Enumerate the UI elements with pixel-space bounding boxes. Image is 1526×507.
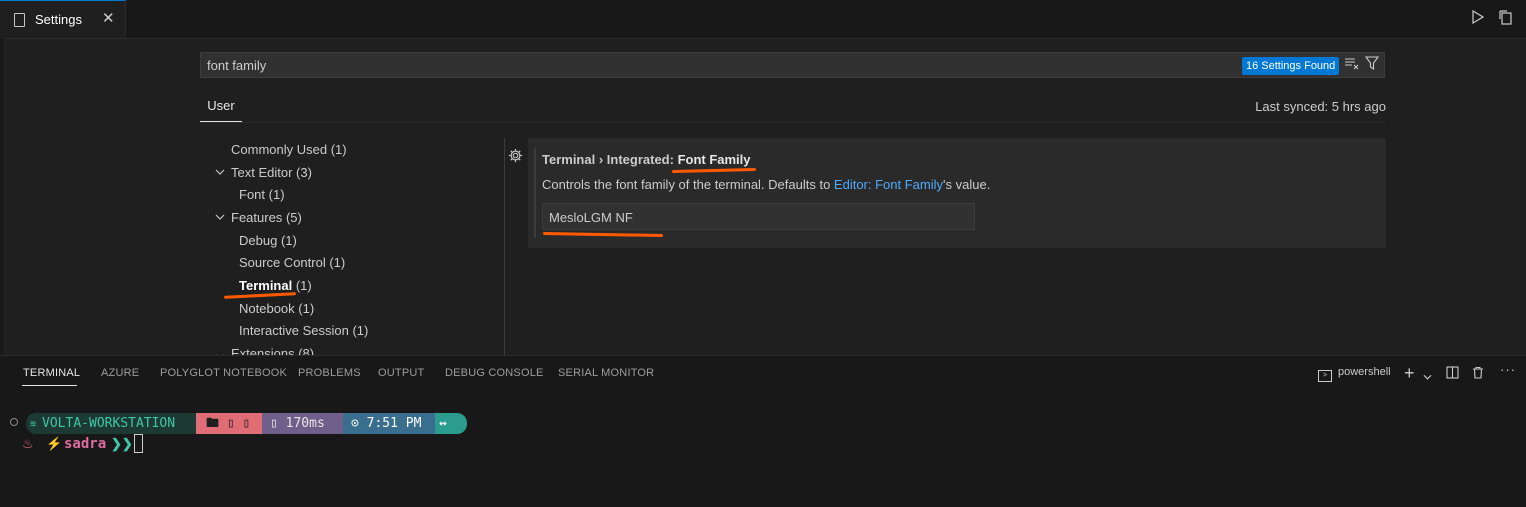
- toc-count: (1): [329, 255, 346, 270]
- toc-item-features[interactable]: Features (5): [231, 210, 302, 225]
- tab-user-scope[interactable]: User: [200, 95, 242, 122]
- terminal-shell-selector[interactable]: > powershell: [1318, 366, 1391, 382]
- activity-edge: [0, 38, 3, 356]
- panel-tab-output[interactable]: OUTPUT: [378, 367, 424, 379]
- play-icon[interactable]: [1472, 9, 1485, 27]
- toc-count: (1): [295, 278, 312, 293]
- panel-tab-terminal[interactable]: TERMINAL: [23, 367, 80, 379]
- clear-filter-icon[interactable]: [1344, 56, 1360, 73]
- toc-label: Extensions: [231, 346, 295, 355]
- more-actions-icon[interactable]: ···: [1500, 362, 1516, 377]
- split-terminal-icon[interactable]: [1446, 366, 1459, 382]
- last-synced-status: Last synced: 5 hrs ago: [1255, 99, 1386, 114]
- prompt-arrows: ❯❯: [111, 436, 133, 451]
- toc-item-commonly-used[interactable]: Commonly Used (1): [231, 142, 347, 157]
- chevron-down-icon[interactable]: [215, 167, 225, 179]
- toc-label: Interactive Session: [239, 323, 349, 338]
- panel-tab-serial-monitor[interactable]: SERIAL MONITOR: [558, 367, 654, 379]
- shell-name: powershell: [1338, 366, 1391, 378]
- file-icon: [14, 13, 25, 27]
- scope-divider: [200, 122, 1386, 123]
- setting-category: Terminal › Integrated:: [542, 152, 678, 167]
- add-terminal-icon[interactable]: +: [1404, 363, 1415, 384]
- toc-label: Features: [231, 210, 283, 225]
- prompt-time-segment: ⊙ 7:51 PM: [343, 413, 446, 434]
- chevron-down-icon[interactable]: [215, 212, 225, 224]
- toc-item-extensions[interactable]: Extensions (8): [231, 346, 314, 355]
- toc-item-debug[interactable]: Debug (1): [239, 233, 297, 248]
- toc-count: (1): [298, 301, 315, 316]
- filter-icon[interactable]: [1364, 56, 1380, 73]
- description-text: Controls the font family of the terminal…: [542, 177, 834, 192]
- tab-settings[interactable]: Settings ✕: [0, 0, 126, 38]
- toc-count: (1): [352, 323, 369, 338]
- toc-label: Source Control: [239, 255, 326, 270]
- toc-item-source-control[interactable]: Source Control (1): [239, 255, 345, 270]
- setting-title: Terminal › Integrated: Font Family: [542, 152, 751, 167]
- chevron-down-icon[interactable]: [1423, 367, 1432, 383]
- terminal-cursor[interactable]: [134, 434, 143, 453]
- prompt-host-segment: ≋ VOLTA-WORKSTATION: [26, 413, 202, 434]
- panel-tab-polyglot-notebook[interactable]: POLYGLOT NOTEBOOK: [160, 367, 287, 379]
- trash-icon[interactable]: [1472, 366, 1484, 382]
- setting-key: Font Family: [677, 152, 751, 167]
- prompt-end-segment: ↭: [435, 413, 467, 434]
- command-decoration-icon: [10, 418, 18, 426]
- prompt-exec-time-segment: ▯ 170ms: [262, 413, 355, 434]
- close-icon[interactable]: ✕: [102, 9, 115, 27]
- panel-tab-azure[interactable]: AZURE: [101, 367, 139, 379]
- lightning-icon: ⚡: [46, 436, 63, 451]
- setting-modified-indicator: [534, 148, 536, 238]
- toc-item-font[interactable]: Font (1): [239, 187, 285, 202]
- toc-count: (5): [285, 210, 302, 225]
- toc-count: (8): [298, 346, 315, 355]
- toc-label: Text Editor: [231, 165, 293, 180]
- active-tab-indicator: [22, 385, 77, 386]
- toc-label: Commonly Used: [231, 142, 328, 157]
- editor-tab-bar: [0, 0, 1526, 39]
- host-name: VOLTA-WORKSTATION: [42, 416, 176, 431]
- toc-label: Font: [239, 187, 266, 202]
- font-family-field[interactable]: [542, 203, 975, 230]
- tab-label: Settings: [35, 12, 82, 27]
- panel-tab-debug-console[interactable]: DEBUG CONSOLE: [445, 367, 544, 379]
- toc-count: (1): [330, 142, 347, 157]
- toc-label: Terminal: [239, 278, 293, 293]
- toc-label: Notebook: [239, 301, 295, 316]
- prompt-user: sadra: [64, 436, 107, 452]
- toc-divider: [504, 138, 505, 356]
- toc-item-interactive-session[interactable]: Interactive Session (1): [239, 323, 368, 338]
- toc-item-notebook[interactable]: Notebook (1): [239, 301, 314, 316]
- settings-search-box[interactable]: 16 Settings Found: [200, 52, 1385, 78]
- font-family-input[interactable]: [549, 210, 969, 225]
- toc-item-text-editor[interactable]: Text Editor (3): [231, 165, 312, 180]
- java-icon: ♨: [22, 436, 34, 451]
- os-icon: ≋: [30, 419, 37, 430]
- toc-count: (1): [280, 233, 297, 248]
- open-json-icon[interactable]: [1498, 10, 1514, 29]
- annotation-underline: [223, 292, 297, 299]
- toc-label: Debug: [239, 233, 278, 248]
- toc-count: (3): [296, 165, 312, 180]
- description-suffix: 's value.: [943, 177, 991, 192]
- setting-description: Controls the font family of the terminal…: [542, 177, 990, 192]
- toc-item-terminal[interactable]: Terminal (1): [239, 278, 312, 293]
- terminal-icon: >: [1318, 370, 1332, 382]
- gear-icon[interactable]: [508, 148, 523, 167]
- settings-search-input[interactable]: [207, 58, 1107, 73]
- editor-font-family-link[interactable]: Editor: Font Family: [834, 177, 943, 192]
- panel-tab-problems[interactable]: PROBLEMS: [298, 367, 361, 379]
- results-count-badge: 16 Settings Found: [1242, 57, 1340, 75]
- toc-count: (1): [268, 187, 285, 202]
